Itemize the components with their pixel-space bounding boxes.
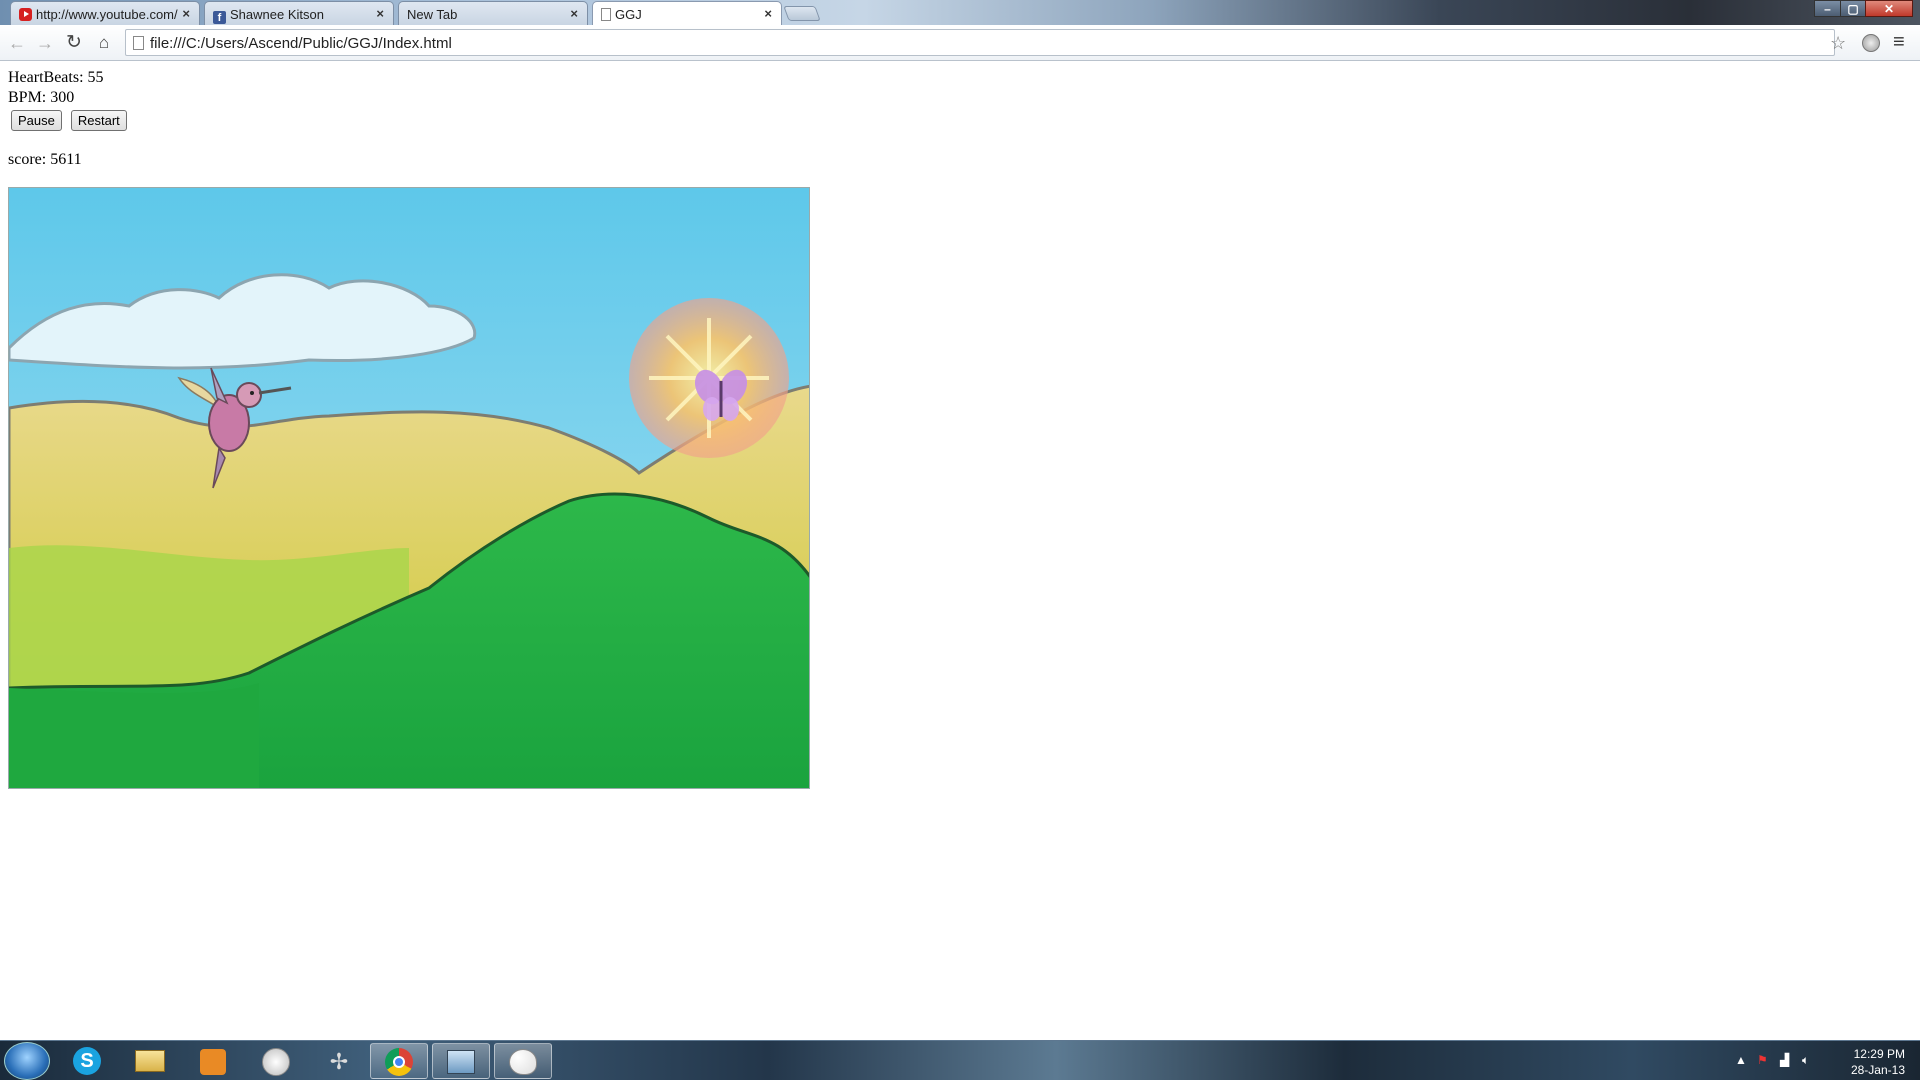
tab-label: GGJ — [615, 7, 642, 22]
bpm-text: BPM: 300 — [8, 89, 75, 106]
tab-ggj[interactable]: GGJ × — [592, 1, 782, 25]
tab-close-icon[interactable]: × — [182, 6, 190, 21]
taskbar-paint-icon[interactable] — [494, 1043, 552, 1079]
page-icon — [601, 8, 611, 21]
page-content: HeartBeats: 55 BPM: 300 Pause Restart — [8, 68, 133, 131]
tab-new-tab[interactable]: New Tab × — [398, 1, 588, 25]
address-bar[interactable]: file:///C:/Users/Ascend/Public/GGJ/Index… — [125, 29, 1835, 56]
address-text: file:///C:/Users/Ascend/Public/GGJ/Index… — [150, 35, 452, 52]
taskbar-app-icon[interactable] — [247, 1043, 305, 1079]
tab-label: New Tab — [407, 7, 458, 22]
taskbar-media-player-icon[interactable] — [184, 1043, 242, 1079]
score-text: score: 5611 — [8, 151, 82, 168]
taskbar-explorer-icon[interactable] — [121, 1043, 179, 1079]
reload-icon[interactable]: ↻ — [63, 32, 85, 54]
game-canvas[interactable] — [8, 187, 810, 789]
browser-toolbar: ← → ↻ ⌂ file:///C:/Users/Ascend/Public/G… — [0, 25, 1920, 61]
windows-taskbar: S ✢ ▲ ⚑ ▟ 🔈︎ 12:29 PM 28-Jan-13 — [0, 1040, 1920, 1080]
clock-date: 28-Jan-13 — [1850, 1063, 1905, 1077]
tab-label: http://www.youtube.com/ — [36, 7, 178, 22]
back-arrow-icon[interactable]: ← — [6, 32, 28, 54]
youtube-icon — [19, 8, 32, 21]
tab-close-icon[interactable]: × — [376, 6, 384, 21]
menu-icon[interactable]: ≡ — [1893, 31, 1905, 54]
volume-icon[interactable]: 🔈︎ — [1802, 1053, 1809, 1068]
taskbar-skype-icon[interactable]: S — [58, 1043, 116, 1079]
heartbeats-text: HeartBeats: 55 — [8, 69, 104, 86]
browser-titlebar: http://www.youtube.com/ × f Shawnee Kitso… — [0, 0, 1920, 25]
forward-arrow-icon[interactable]: → — [34, 32, 56, 54]
taskbar-app-icon[interactable]: ✢ — [310, 1043, 368, 1079]
clock-time: 12:29 PM — [1853, 1047, 1905, 1061]
tab-youtube[interactable]: http://www.youtube.com/ × — [10, 1, 200, 25]
game-scene — [9, 188, 809, 788]
new-tab-button[interactable] — [783, 6, 821, 21]
start-button[interactable] — [4, 1042, 50, 1080]
maximize-button[interactable]: ▢ — [1840, 0, 1866, 17]
action-center-flag-icon[interactable]: ⚑ — [1757, 1053, 1768, 1067]
tab-label: Shawnee Kitson — [230, 7, 324, 22]
bookmark-star-icon[interactable]: ☆ — [1830, 33, 1846, 54]
page-icon — [133, 36, 144, 50]
home-icon[interactable]: ⌂ — [93, 32, 115, 54]
taskbar-control-panel-icon[interactable] — [432, 1043, 490, 1079]
extension-icon[interactable] — [1862, 34, 1880, 52]
tab-facebook[interactable]: f Shawnee Kitson × — [204, 1, 394, 25]
taskbar-chrome-icon[interactable] — [370, 1043, 428, 1079]
facebook-icon: f — [213, 11, 226, 24]
restart-button[interactable]: Restart — [70, 110, 127, 131]
network-icon[interactable]: ▟ — [1780, 1053, 1789, 1067]
tab-close-icon[interactable]: × — [570, 6, 578, 21]
controls: Pause Restart — [8, 110, 133, 131]
tab-close-icon[interactable]: × — [764, 6, 772, 21]
system-clock[interactable]: 12:29 PM 28-Jan-13 — [1825, 1046, 1905, 1078]
pause-button[interactable]: Pause — [11, 110, 62, 131]
close-window-button[interactable]: ✕ — [1865, 0, 1913, 17]
tray-expand-icon[interactable]: ▲ — [1735, 1053, 1747, 1067]
minimize-button[interactable]: – — [1814, 0, 1841, 17]
